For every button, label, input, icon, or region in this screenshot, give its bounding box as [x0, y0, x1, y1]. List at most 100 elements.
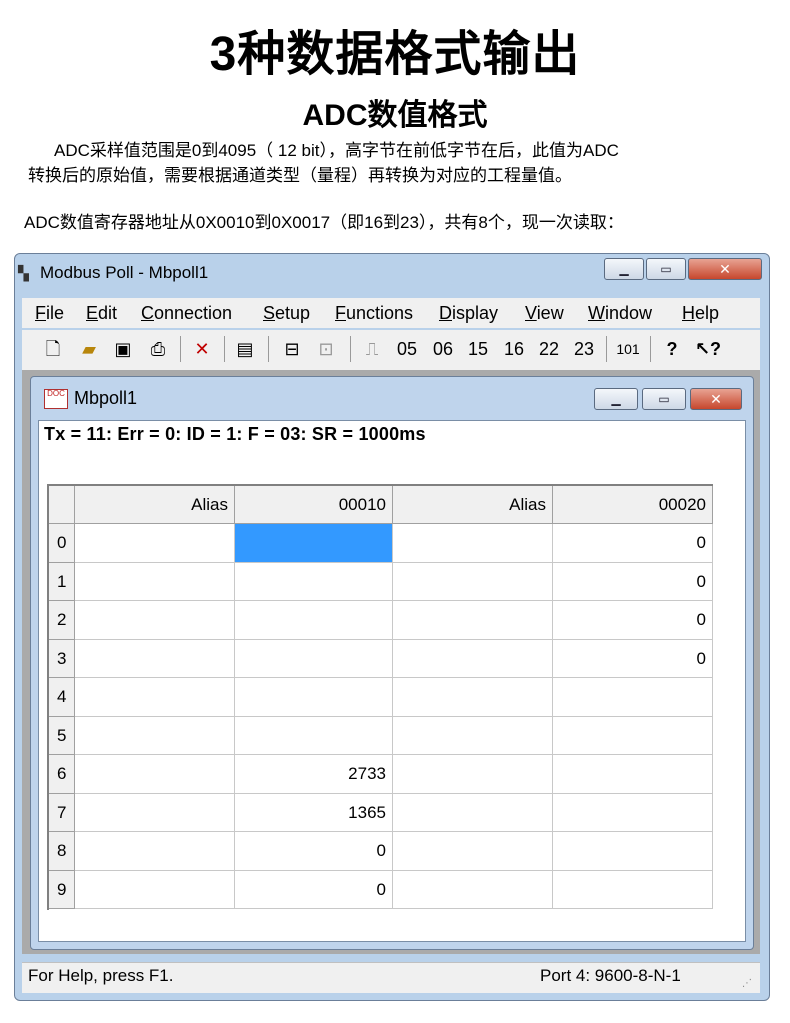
row-header: 7	[49, 793, 75, 832]
selected-cell[interactable]	[235, 524, 393, 563]
grid-cell[interactable]: 0	[553, 639, 713, 678]
help-icon[interactable]: ?	[660, 336, 684, 362]
description-line-1: ADC采样值范围是0到4095（ 12 bit），高字节在前低字节在后，此值为A…	[54, 141, 619, 160]
poll-status: Tx = 11: Err = 0: ID = 1: F = 03: SR = 1…	[44, 424, 426, 444]
toolbar-separator	[650, 336, 651, 362]
menu-help[interactable]: Help	[682, 303, 719, 324]
minimize-button[interactable]: ▁	[604, 258, 644, 280]
disconnect-icon[interactable]: ⊡	[312, 336, 340, 362]
column-header[interactable]: 00010	[235, 486, 393, 524]
status-port: Port 4: 9600-8-N-1	[540, 966, 681, 985]
grid-cell[interactable]: 0	[553, 524, 713, 563]
window-icon[interactable]: ▤	[232, 336, 258, 362]
data-grid: Alias 00010 Alias 00020 0 0 1 0 2 0 3 0 4 5 6 2733 7…	[47, 484, 713, 910]
document-titlebar[interactable]: DOC Mbpoll1	[44, 386, 137, 410]
grid-cell[interactable]: 0	[553, 562, 713, 601]
grid-cell[interactable]	[393, 793, 553, 832]
doc-minimize-button[interactable]: ▁	[594, 388, 638, 410]
description-paragraph: ADC采样值范围是0到4095（ 12 bit），高字节在前低字节在后，此值为A…	[28, 138, 778, 188]
fn-05-button[interactable]: 05	[392, 336, 422, 362]
toolbar-separator	[224, 336, 225, 362]
grid-cell[interactable]: 1365	[235, 793, 393, 832]
grid-cell[interactable]	[553, 793, 713, 832]
column-header[interactable]: Alias	[393, 486, 553, 524]
document-icon: DOC	[44, 389, 68, 410]
menu-connection[interactable]: Connection	[141, 303, 232, 324]
grid-cell[interactable]	[75, 562, 235, 601]
save-icon[interactable]: ▣	[112, 336, 134, 362]
grid-cell[interactable]	[393, 678, 553, 717]
close-button[interactable]: ✕	[688, 258, 762, 280]
grid-cell[interactable]	[75, 755, 235, 794]
grid-cell[interactable]	[553, 716, 713, 755]
grid-cell[interactable]	[235, 716, 393, 755]
column-header[interactable]: 00020	[553, 486, 713, 524]
row-header: 3	[49, 639, 75, 678]
grid-corner	[49, 486, 75, 524]
grid-cell[interactable]	[235, 562, 393, 601]
grid-cell[interactable]	[75, 832, 235, 871]
fn-16-button[interactable]: 16	[499, 336, 529, 362]
column-header[interactable]: Alias	[75, 486, 235, 524]
row-header: 2	[49, 601, 75, 640]
grid-cell[interactable]	[235, 601, 393, 640]
grid-cell[interactable]	[75, 524, 235, 563]
fn-06-button[interactable]: 06	[428, 336, 458, 362]
row-header: 8	[49, 832, 75, 871]
menu-setup[interactable]: Setup	[263, 303, 310, 324]
doc-maximize-button[interactable]: ▭	[642, 388, 686, 410]
page-title: 3种数据格式输出	[209, 28, 581, 81]
grid-cell[interactable]	[393, 524, 553, 563]
grid-cell[interactable]	[75, 601, 235, 640]
grid-cell[interactable]: 2733	[235, 755, 393, 794]
grid-cell[interactable]	[75, 678, 235, 717]
grid-cell[interactable]	[393, 832, 553, 871]
grid-cell[interactable]	[393, 639, 553, 678]
row-header: 4	[49, 678, 75, 717]
fn-23-button[interactable]: 23	[569, 336, 599, 362]
grid-cell[interactable]	[393, 870, 553, 909]
menu-view[interactable]: View	[525, 303, 564, 324]
resize-grip-icon[interactable]: ⋰	[742, 978, 752, 989]
grid-cell[interactable]	[75, 639, 235, 678]
fn-15-button[interactable]: 15	[463, 336, 493, 362]
menu-window[interactable]: Window	[588, 303, 652, 324]
grid-cell[interactable]	[393, 716, 553, 755]
print-icon[interactable]: ⎙	[144, 336, 172, 362]
grid-cell[interactable]	[553, 678, 713, 717]
menu-file[interactable]: File	[35, 303, 64, 324]
toolbar-separator	[350, 336, 351, 362]
fn-22-button[interactable]: 22	[534, 336, 564, 362]
address-format-button[interactable]: 101	[612, 336, 644, 362]
context-help-icon[interactable]: ↖?	[694, 336, 722, 362]
doc-close-button[interactable]: ✕	[690, 388, 742, 410]
delete-icon[interactable]: ✕	[190, 336, 214, 362]
pulse-icon[interactable]: ⎍	[360, 336, 384, 362]
grid-cell[interactable]: 0	[235, 870, 393, 909]
window-title: Modbus Poll - Mbpoll1	[40, 263, 209, 282]
maximize-button[interactable]: ▭	[646, 258, 686, 280]
grid-cell[interactable]	[393, 562, 553, 601]
window-titlebar[interactable]: ▚ Modbus Poll - Mbpoll1	[18, 258, 208, 288]
toolbar-separator	[606, 336, 607, 362]
connect-icon[interactable]: ⊟	[278, 336, 306, 362]
grid-cell[interactable]	[235, 678, 393, 717]
grid-cell[interactable]	[393, 601, 553, 640]
grid-cell[interactable]	[75, 793, 235, 832]
grid-cell[interactable]: 0	[235, 832, 393, 871]
grid-cell[interactable]	[553, 755, 713, 794]
open-folder-icon[interactable]: ▰	[76, 336, 102, 362]
grid-cell[interactable]	[393, 755, 553, 794]
grid-cell[interactable]	[235, 639, 393, 678]
menu-functions[interactable]: Functions	[335, 303, 413, 324]
grid-cell[interactable]	[553, 832, 713, 871]
grid-cell[interactable]	[553, 870, 713, 909]
menu-edit[interactable]: Edit	[86, 303, 117, 324]
new-file-icon[interactable]: 🗋	[42, 336, 64, 362]
grid-cell[interactable]: 0	[553, 601, 713, 640]
menu-display[interactable]: Display	[439, 303, 498, 324]
grid-cell[interactable]	[75, 716, 235, 755]
grid-cell[interactable]	[75, 870, 235, 909]
toolbar-separator	[268, 336, 269, 362]
row-header: 9	[49, 870, 75, 909]
